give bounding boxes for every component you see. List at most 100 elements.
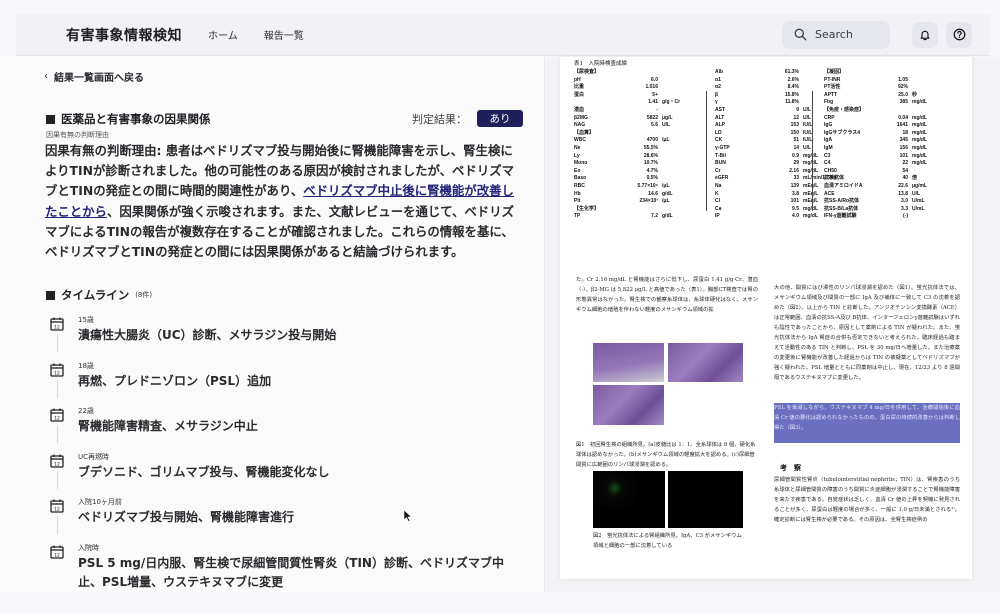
lab-unit: /μL	[662, 198, 670, 205]
lab-name: 比重	[574, 84, 585, 91]
lab-unit: mg/dL	[912, 152, 927, 159]
lab-value: 0.04	[898, 114, 908, 121]
lab-row: IgM 156 mg/dL	[824, 145, 946, 153]
discussion-heading: 考 察	[780, 463, 801, 472]
lab-row: IgA 345 mg/dL	[824, 137, 946, 145]
lab-value: 51	[793, 137, 799, 144]
timeline-item[interactable]: 12 入院時 PSL 5 mg/日内服、腎生検で尿細管間質性腎炎（TIN）診断、…	[50, 543, 530, 613]
nav-home[interactable]: ホーム	[208, 27, 238, 42]
timeline-item[interactable]: 12 18歳 再燃、プレドニゾロン（PSL）追加	[50, 361, 530, 407]
lab-name: Baso	[574, 175, 587, 182]
help-button[interactable]	[946, 21, 972, 48]
lab-row: PT活性 92%	[824, 84, 946, 92]
timeline-title-text: タイムライン	[61, 288, 130, 302]
lab-name: 潜血	[574, 106, 585, 113]
lab-name: γ	[715, 99, 718, 106]
lab-unit	[662, 175, 696, 183]
search-input[interactable]: Search	[782, 20, 890, 49]
lab-name: C3	[824, 152, 831, 159]
lab-row: Mono 10.7%	[574, 160, 696, 168]
calendar-icon: 12	[50, 499, 64, 513]
lab-name: LD	[715, 129, 722, 136]
lab-value: 3.0	[901, 198, 908, 205]
document-viewer[interactable]: 表1 入院時検査成績 【尿検査】 pH 6.0 比重 1.016 蛋白 5+ 1.41 g/g・…	[546, 57, 1000, 592]
lab-table-col3: 【凝固】 PT-INR 1.05 PT活性 92% APTT 25.0 秒 Fbg 385 mg/d…	[824, 69, 946, 221]
lab-section-label: 【生化学】	[574, 205, 600, 212]
body-paragraph-left: た。Cr 2.16 mg/dL と腎機能はさらに低下し、尿蛋白 1.41 g/g…	[576, 277, 758, 313]
lab-value: 4.7%	[646, 167, 658, 174]
lab-row: RBC 5.77×10⁶/μL	[574, 183, 696, 191]
notifications-button[interactable]	[912, 21, 938, 48]
lab-row: IFN-γ遊離試験 (-)	[824, 213, 946, 221]
timeline-text: 潰瘍性大腸炎（UC）診断、メサラジン投与開始	[78, 328, 337, 342]
lab-row: 潜血 -	[574, 107, 696, 115]
lab-row: ALP 153 IU/L	[715, 122, 837, 130]
timeline-connector	[56, 379, 58, 398]
lab-value: -	[656, 106, 658, 113]
lab-row: Ne 55.5%	[574, 145, 696, 153]
lab-name: Eo	[574, 167, 581, 174]
lab-value: 6.0	[651, 76, 658, 83]
lab-unit: U/L	[912, 190, 921, 197]
timeline-item[interactable]: 12 入院10ヶ月前 ベドリズマブ投与開始、腎機能障害進行	[50, 497, 530, 543]
app-brand[interactable]: 有害事象情報検知	[66, 25, 182, 45]
lab-value: 345	[899, 137, 908, 144]
lab-value: 234×10³	[639, 198, 659, 205]
lab-value: 5+	[652, 91, 658, 98]
timeline-date: 15歳	[78, 316, 94, 324]
lab-row: BUN 29 mg/dL	[715, 160, 837, 168]
nav-report-list[interactable]: 報告一覧	[264, 27, 304, 42]
document-page[interactable]: 表1 入院時検査成績 【尿検査】 pH 6.0 比重 1.016 蛋白 5+ 1.41 g/g・…	[560, 57, 972, 579]
lab-value: 14	[793, 144, 799, 151]
calendar-icon: 12	[50, 317, 64, 331]
lab-value: 7.2	[651, 213, 658, 220]
lab-name: Cl	[715, 198, 720, 205]
calendar-icon: 12	[50, 454, 64, 468]
lab-unit	[662, 107, 696, 115]
lab-unit	[912, 168, 946, 176]
back-to-results-link[interactable]: ‹ 結果一覧画面へ戻る	[44, 69, 144, 84]
timeline-date: 18歳	[78, 361, 94, 370]
lab-row: C4 22 mg/dL	[824, 160, 946, 168]
lab-value: 61.3%	[784, 69, 799, 75]
verdict: 判定結果： あり	[412, 110, 523, 127]
lab-unit	[662, 145, 696, 153]
lab-name: γ-GTP	[715, 144, 730, 151]
lab-section-label: 【血算】	[574, 129, 595, 136]
lab-unit: g/dL	[662, 213, 673, 220]
lab-unit	[662, 168, 696, 176]
causality-section-title: 医薬品と有害事象の因果関係	[46, 111, 211, 127]
lab-value: 22	[902, 160, 908, 167]
lab-value: 33	[793, 175, 799, 182]
lab-value: 150	[790, 129, 799, 136]
timeline-item[interactable]: 12 15歳 潰瘍性大腸炎（UC）診断、メサラジン投与開始	[50, 315, 530, 361]
lab-name: IP	[715, 213, 720, 220]
mouse-cursor-icon	[404, 510, 412, 522]
highlighted-passage[interactable]: PSL を漸減しながら、ウステキヌマブ 4 mg/日を併用して、治療開始後に血清…	[774, 403, 960, 443]
lab-value: 12	[793, 114, 799, 121]
lab-unit: mg/dL	[912, 137, 927, 144]
lab-unit	[912, 84, 946, 92]
lab-unit	[912, 77, 946, 85]
lab-section-header: 【生化学】	[574, 206, 696, 214]
top-navbar: 有害事象情報検知 ホーム 報告一覧 Search	[16, 14, 990, 56]
lab-value: 5.6	[651, 122, 658, 129]
timeline-connector	[56, 425, 58, 443]
lab-row: Baso 0.5%	[574, 175, 696, 183]
lab-value: 4700	[646, 137, 658, 144]
histology-image-a	[593, 343, 664, 382]
timeline-item[interactable]: 12 22歳 腎機能障害精査、メサラジン中止	[50, 406, 530, 452]
lab-row: 比重 1.016	[574, 84, 696, 92]
lab-value: 153	[790, 122, 799, 129]
lab-name: 血清アミロイドA	[824, 182, 863, 189]
lab-value: 5822	[646, 114, 658, 121]
lab-unit: U/L	[662, 122, 671, 129]
lab-row: α2 8.4%	[715, 84, 837, 92]
lab-section-label: 【免疫・感染症】	[824, 106, 865, 113]
lab-value: 22.6	[898, 182, 908, 189]
lab-name: IgG	[824, 122, 833, 129]
timeline-item[interactable]: 12 UC再燃時 ブデソニド、ゴリムマブ投与、腎機能変化なし	[50, 452, 530, 498]
verdict-badge: あり	[477, 110, 523, 127]
lab-row: CK 51 IU/L	[715, 137, 837, 145]
lab-row: Plt 234×10³/μL	[574, 198, 696, 206]
